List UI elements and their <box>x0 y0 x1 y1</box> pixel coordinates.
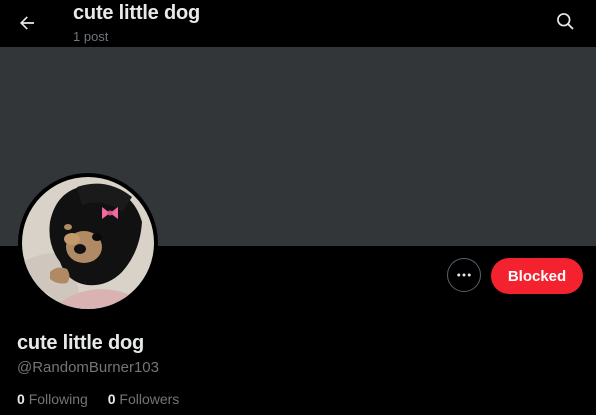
followers-label: Followers <box>119 391 180 407</box>
follow-stats: 0 Following 0 Followers <box>17 390 195 408</box>
profile-header: cute little dog 1 post <box>0 0 596 47</box>
following-label: Following <box>28 391 88 407</box>
followers-count: 0 <box>107 391 116 407</box>
avatar[interactable] <box>18 173 158 313</box>
display-name: cute little dog <box>17 332 145 354</box>
more-horizontal-icon <box>457 273 471 277</box>
more-options-button[interactable] <box>447 258 481 292</box>
header-title: cute little dog <box>73 2 201 24</box>
header-title-block: cute little dog 1 post <box>73 1 200 45</box>
followers-link[interactable]: 0 Followers <box>108 390 180 408</box>
blocked-button[interactable]: Blocked <box>491 258 583 294</box>
following-link[interactable]: 0 Following <box>17 390 88 408</box>
arrow-left-icon <box>20 16 34 30</box>
user-handle: @RandomBurner103 <box>17 359 159 376</box>
avatar-photo <box>22 177 154 309</box>
search-button[interactable] <box>546 2 584 40</box>
search-icon <box>557 13 574 30</box>
following-count: 0 <box>17 391 25 407</box>
post-count: 1 post <box>73 29 109 44</box>
back-button[interactable] <box>8 4 46 42</box>
